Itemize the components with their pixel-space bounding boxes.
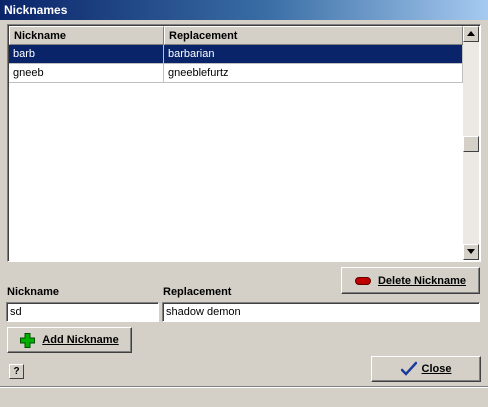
question-icon: ? [13, 366, 20, 377]
arrow-up-icon [467, 31, 475, 36]
window-title: Nicknames [0, 0, 488, 20]
table-row[interactable]: gneeb gneeblefurtz [9, 64, 463, 83]
scroll-up-button[interactable] [463, 26, 479, 42]
checkmark-icon [400, 361, 417, 376]
replacement-label: Replacement [163, 286, 232, 298]
add-nickname-button[interactable]: Add Nickname [7, 327, 132, 353]
nickname-label: Nickname [7, 286, 59, 298]
replacement-input[interactable] [162, 302, 480, 322]
close-label: Close [421, 363, 452, 375]
table-header: Nickname Replacement [9, 26, 463, 45]
status-divider [0, 386, 488, 388]
delete-nickname-button[interactable]: Delete Nickname [341, 267, 480, 294]
nickname-input[interactable] [6, 302, 159, 322]
scroll-thumb[interactable] [463, 136, 479, 152]
column-header-replacement[interactable]: Replacement [164, 26, 463, 45]
cell-nickname: barb [9, 45, 164, 64]
cell-replacement: gneeblefurtz [164, 64, 463, 83]
vertical-scrollbar[interactable] [463, 26, 479, 260]
cell-nickname: gneeb [9, 64, 164, 83]
cell-replacement: barbarian [164, 45, 463, 64]
arrow-down-icon [467, 249, 475, 254]
nicknames-table[interactable]: Nickname Replacement barb barbarian gnee… [7, 24, 481, 262]
help-button[interactable]: ? [9, 364, 24, 379]
delete-nickname-label: Delete Nickname [377, 274, 467, 287]
table-row[interactable]: barb barbarian [9, 45, 463, 64]
minus-icon [354, 276, 371, 285]
plus-icon [20, 332, 36, 348]
column-header-nickname[interactable]: Nickname [9, 26, 164, 45]
add-nickname-label: Add Nickname [42, 334, 119, 346]
scroll-down-button[interactable] [463, 244, 479, 260]
close-button[interactable]: Close [371, 356, 481, 382]
